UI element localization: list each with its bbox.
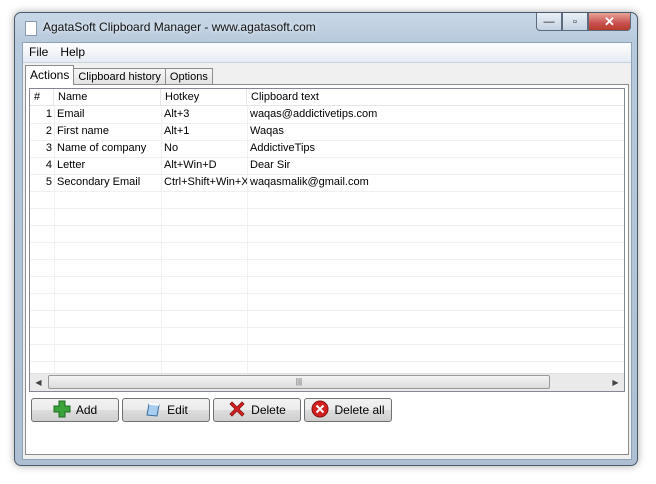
grid-line — [30, 327, 624, 328]
grid-line — [30, 293, 624, 294]
row-number: 2 — [45, 125, 52, 137]
row-hotkey: Alt+3 — [164, 108, 190, 120]
client-area: File Help Actions Clipboard history Opti… — [22, 42, 632, 460]
delete-all-icon — [311, 400, 329, 421]
row-name: Secondary Email — [57, 176, 141, 188]
grid-line — [30, 225, 624, 226]
grid-line — [30, 259, 624, 260]
scroll-left-arrow-icon[interactable]: ◀ — [30, 374, 47, 391]
edit-button[interactable]: Edit — [122, 398, 210, 422]
close-button[interactable]: ✕ — [588, 13, 631, 31]
scroll-thumb[interactable]: ||| — [48, 375, 550, 389]
row-hotkey: Alt+Win+D — [164, 159, 217, 171]
row-name: Name of company — [57, 142, 147, 154]
maximize-button[interactable]: ▫ — [562, 13, 588, 31]
tab-actions[interactable]: Actions — [25, 65, 75, 85]
delete-all-button[interactable]: Delete all — [304, 398, 392, 422]
window-title: AgataSoft Clipboard Manager - www.agatas… — [43, 20, 316, 34]
row-number: 5 — [45, 176, 52, 188]
row-hotkey: Ctrl+Shift+Win+X — [164, 176, 247, 188]
title-bar[interactable]: AgataSoft Clipboard Manager - www.agatas… — [15, 13, 637, 41]
column-header-hotkey[interactable]: Hotkey — [161, 89, 247, 106]
row-number: 4 — [45, 159, 52, 171]
actions-panel: # Name Hotkey Clipboard text 1 Email Alt+3… — [25, 84, 629, 455]
grid-line — [30, 191, 624, 192]
row-number: 3 — [45, 142, 52, 154]
delete-button-label: Delete — [251, 403, 286, 417]
row-hotkey: No — [164, 142, 179, 154]
row-hotkey: Alt+1 — [164, 125, 190, 137]
delete-x-icon — [228, 400, 246, 421]
grid-line — [30, 276, 624, 277]
tab-options[interactable]: Options — [164, 68, 213, 85]
row-clipboard-text: waqas@addictivetips.com — [250, 108, 378, 120]
column-header-clipboard-text[interactable]: Clipboard text — [247, 89, 624, 106]
tab-clipboard-history[interactable]: Clipboard history — [73, 68, 166, 85]
grid-line — [30, 208, 624, 209]
actions-list[interactable]: # Name Hotkey Clipboard text 1 Email Alt+3… — [29, 88, 625, 392]
add-button-label: Add — [75, 403, 98, 417]
row-clipboard-text: Dear Sir — [250, 159, 291, 171]
column-header-number[interactable]: # — [30, 89, 54, 106]
delete-all-button-label: Delete all — [334, 403, 385, 417]
add-button[interactable]: Add — [31, 398, 119, 422]
row-clipboard-text: AddictiveTips — [250, 142, 316, 154]
edit-icon — [144, 400, 162, 421]
caption-buttons: — ▫ ✕ — [536, 13, 631, 33]
row-name: First name — [57, 125, 109, 137]
row-number: 1 — [45, 108, 52, 120]
grid-line — [30, 310, 624, 311]
scroll-right-arrow-icon[interactable]: ▶ — [607, 374, 624, 391]
grid-line — [30, 361, 624, 362]
row-name: Letter — [57, 159, 86, 171]
menu-bar: File Help — [23, 43, 631, 63]
plus-icon — [53, 400, 71, 421]
menu-file[interactable]: File — [23, 43, 54, 62]
horizontal-scrollbar[interactable]: ◀ ||| ▶ — [30, 373, 624, 391]
grid-line — [30, 242, 624, 243]
row-clipboard-text: Waqas — [250, 125, 284, 137]
minimize-button[interactable]: — — [536, 13, 562, 31]
edit-button-label: Edit — [167, 403, 188, 417]
app-window: AgataSoft Clipboard Manager - www.agatas… — [14, 12, 638, 466]
row-clipboard-text: waqasmalik@gmail.com — [250, 176, 369, 188]
menu-help[interactable]: Help — [54, 43, 91, 62]
action-buttons: Add Edit Delete Delete all — [31, 398, 395, 422]
column-header-name[interactable]: Name — [54, 89, 161, 106]
delete-button[interactable]: Delete — [213, 398, 301, 422]
app-icon[interactable] — [25, 21, 37, 36]
tab-strip: Actions Clipboard history Options — [25, 65, 213, 85]
grid-line — [30, 344, 624, 345]
row-name: Email — [57, 108, 85, 120]
